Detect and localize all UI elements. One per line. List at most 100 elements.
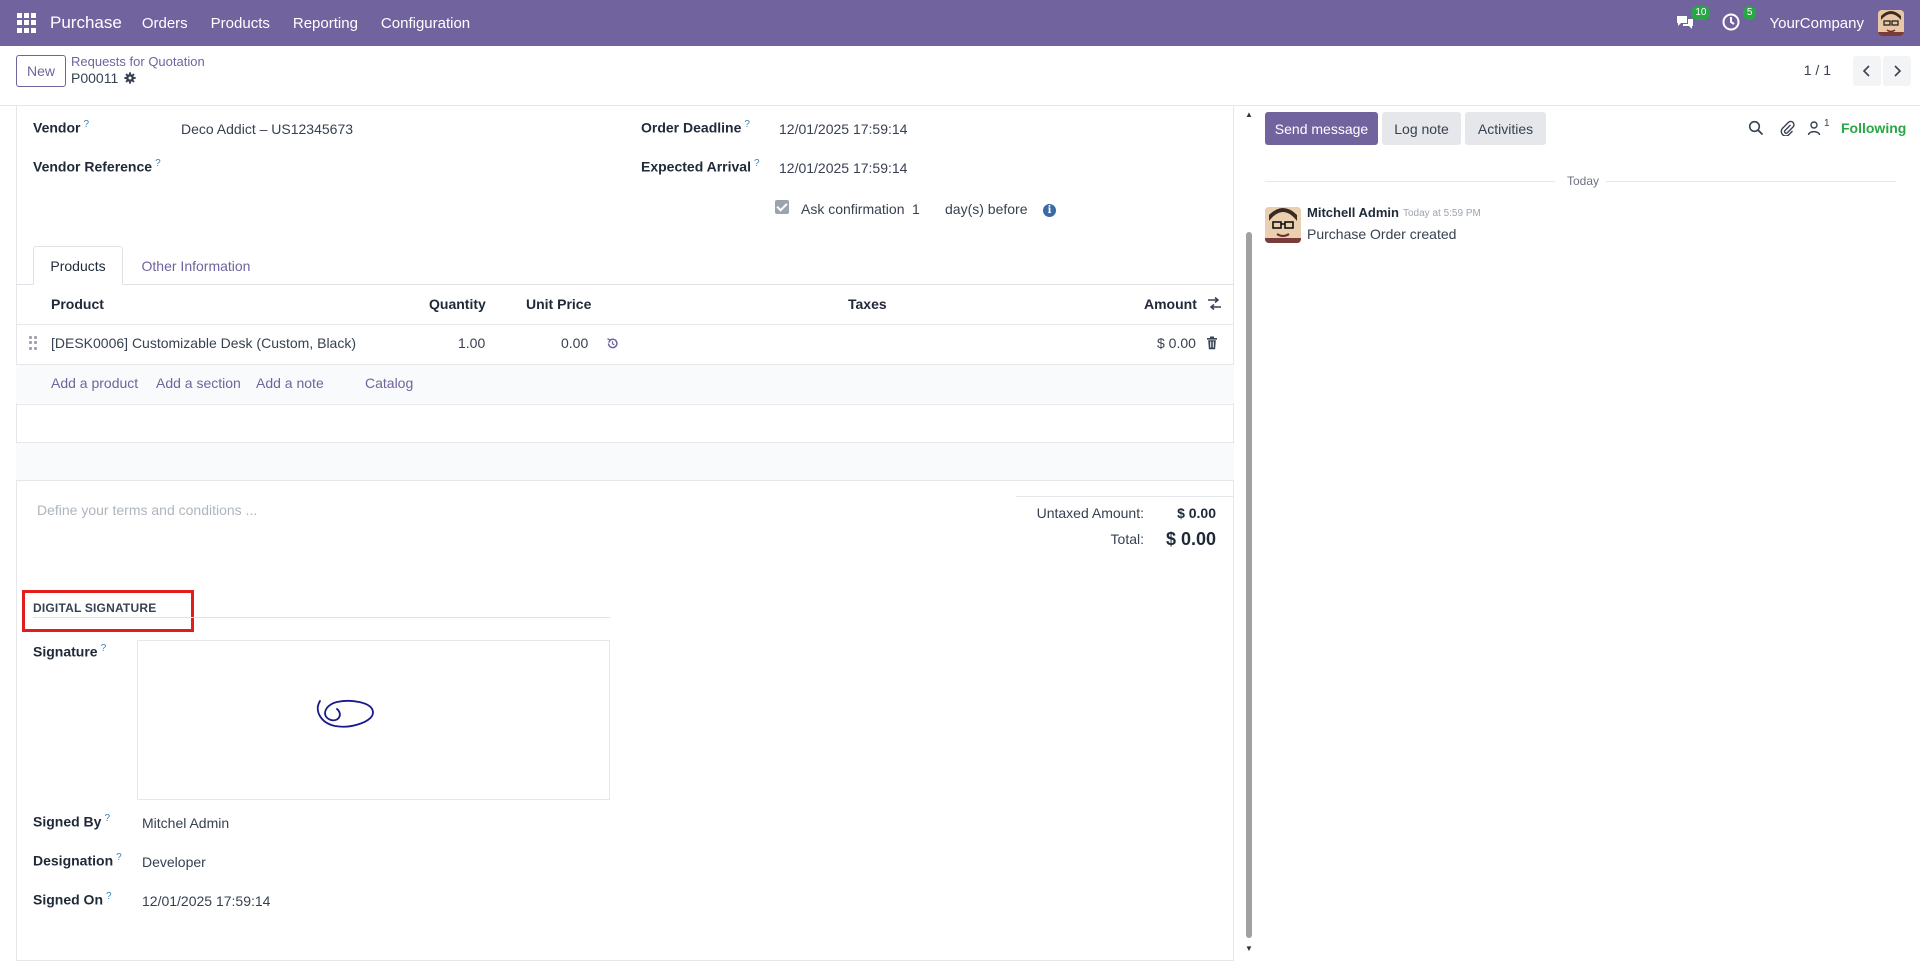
pager-previous-button[interactable]: [1853, 56, 1881, 86]
untaxed-amount-label: Untaxed Amount:: [1036, 505, 1144, 521]
scroll-down-arrow-icon[interactable]: ▼: [1245, 944, 1253, 953]
info-icon[interactable]: i: [1043, 204, 1056, 217]
catalog-link[interactable]: Catalog: [365, 375, 413, 391]
untaxed-amount-value: $ 0.00: [1177, 505, 1216, 521]
column-header-product[interactable]: Product: [51, 296, 104, 312]
signed-by-help-icon[interactable]: ?: [104, 813, 110, 824]
ask-confirmation-checkbox[interactable]: [775, 200, 789, 214]
ask-confirmation-days-field[interactable]: 1: [912, 201, 920, 217]
menu-configuration[interactable]: Configuration: [381, 15, 470, 32]
signature-label-text: Signature: [33, 643, 98, 660]
ask-confirmation-label: Ask confirmation: [801, 201, 905, 217]
date-separator-left: [1265, 181, 1555, 182]
order-deadline-help-icon[interactable]: ?: [744, 119, 750, 130]
row-divider: [16, 480, 1234, 481]
breadcrumb-rfq[interactable]: Requests for Quotation: [71, 54, 205, 69]
price-history-icon[interactable]: [606, 337, 619, 350]
signature-drawing: [316, 699, 374, 728]
expected-arrival-help-icon[interactable]: ?: [754, 158, 760, 169]
section-divider: [33, 617, 610, 618]
followers-count: 1: [1824, 118, 1830, 129]
tab-other-information[interactable]: Other Information: [135, 246, 257, 285]
row-amount: $ 0.00: [1157, 335, 1196, 351]
message-author-avatar[interactable]: [1265, 207, 1301, 243]
expected-arrival-label: Expected Arrival?: [641, 158, 760, 175]
add-product-link[interactable]: Add a product: [51, 375, 138, 391]
vendor-label-text: Vendor: [33, 119, 81, 136]
app-brand[interactable]: Purchase: [50, 13, 122, 33]
gear-icon[interactable]: [124, 72, 136, 84]
signature-pad[interactable]: [137, 640, 610, 800]
log-note-button[interactable]: Log note: [1382, 112, 1461, 145]
designation-field[interactable]: Developer: [142, 854, 206, 870]
row-product[interactable]: [DESK0006] Customizable Desk (Custom, Bl…: [51, 335, 356, 351]
signed-by-field[interactable]: Mitchel Admin: [142, 815, 229, 831]
vendor-field[interactable]: Deco Addict – US12345673: [181, 121, 353, 137]
designation-help-icon[interactable]: ?: [116, 852, 122, 863]
message-timestamp: Today at 5:59 PM: [1403, 208, 1481, 219]
empty-row: [16, 443, 1234, 481]
following-button[interactable]: Following: [1841, 120, 1906, 136]
menu-products[interactable]: Products: [211, 15, 270, 32]
drag-handle-icon[interactable]: [29, 336, 37, 350]
author-face-icon: [1265, 207, 1301, 243]
vendor-reference-label: Vendor Reference?: [33, 158, 161, 175]
trash-icon[interactable]: [1206, 336, 1218, 350]
activities-count-badge: 5: [1742, 6, 1757, 20]
signed-by-label-text: Signed By: [33, 813, 102, 830]
messages-button[interactable]: 10: [1675, 6, 1711, 34]
chevron-left-icon: [1862, 65, 1870, 77]
signed-on-label-text: Signed On: [33, 891, 103, 908]
activities-button[interactable]: 5: [1721, 6, 1757, 34]
vendor-reference-field[interactable]: [181, 160, 621, 180]
column-header-taxes[interactable]: Taxes: [848, 296, 887, 312]
tab-products[interactable]: Products: [33, 246, 123, 285]
row-unit-price[interactable]: 0.00: [561, 335, 588, 351]
vendor-reference-help-icon[interactable]: ?: [155, 158, 161, 169]
vendor-help-icon[interactable]: ?: [83, 119, 89, 130]
signed-on-label: Signed On?: [33, 891, 112, 908]
message-body: Purchase Order created: [1307, 226, 1457, 242]
highlight-box: [22, 590, 194, 632]
scroll-up-arrow-icon[interactable]: ▲: [1245, 110, 1253, 119]
followers-user-icon[interactable]: [1806, 120, 1822, 136]
date-separator-label: Today: [1567, 174, 1600, 188]
designation-label: Designation?: [33, 852, 122, 869]
order-deadline-field[interactable]: 12/01/2025 17:59:14: [779, 121, 907, 137]
activities-button-chatter[interactable]: Activities: [1465, 112, 1546, 145]
pager-next-button[interactable]: [1883, 56, 1911, 86]
order-deadline-label: Order Deadline?: [641, 119, 750, 136]
menu-orders[interactable]: Orders: [142, 15, 188, 32]
column-header-unit-price[interactable]: Unit Price: [526, 296, 591, 312]
column-header-quantity[interactable]: Quantity: [429, 296, 486, 312]
optional-columns-icon[interactable]: [1207, 296, 1222, 311]
column-header-amount[interactable]: Amount: [1144, 296, 1197, 312]
signed-on-help-icon[interactable]: ?: [106, 891, 112, 902]
paperclip-icon[interactable]: [1779, 120, 1795, 136]
send-message-button[interactable]: Send message: [1265, 112, 1378, 145]
add-note-link[interactable]: Add a note: [256, 375, 324, 391]
terms-conditions-field[interactable]: Define your terms and conditions ...: [37, 502, 257, 518]
scrollbar-thumb[interactable]: [1246, 232, 1252, 938]
app-grid-icon[interactable]: [17, 13, 37, 33]
signature-help-icon[interactable]: ?: [101, 643, 107, 654]
row-quantity[interactable]: 1.00: [458, 335, 485, 351]
expected-arrival-field[interactable]: 12/01/2025 17:59:14: [779, 160, 907, 176]
row-divider: [16, 404, 1234, 405]
menu-reporting[interactable]: Reporting: [293, 15, 358, 32]
signed-by-label: Signed By?: [33, 813, 110, 830]
signed-on-field[interactable]: 12/01/2025 17:59:14: [142, 893, 270, 909]
record-name: P00011: [71, 70, 119, 86]
clock-icon: [1722, 13, 1740, 31]
pager-value[interactable]: 1 / 1: [1804, 62, 1831, 78]
search-icon[interactable]: [1748, 120, 1764, 136]
vendor-reference-label-text: Vendor Reference: [33, 158, 153, 175]
navbar-systray: 10 5 YourCompany: [1675, 0, 1920, 46]
message-author[interactable]: Mitchell Admin: [1307, 205, 1399, 220]
company-switcher[interactable]: YourCompany: [1769, 15, 1864, 32]
new-button[interactable]: New: [16, 55, 66, 87]
top-navbar: Purchase Orders Products Reporting Confi…: [0, 0, 1920, 46]
add-section-link[interactable]: Add a section: [156, 375, 241, 391]
date-separator-right: [1606, 181, 1896, 182]
user-avatar[interactable]: [1878, 10, 1904, 36]
